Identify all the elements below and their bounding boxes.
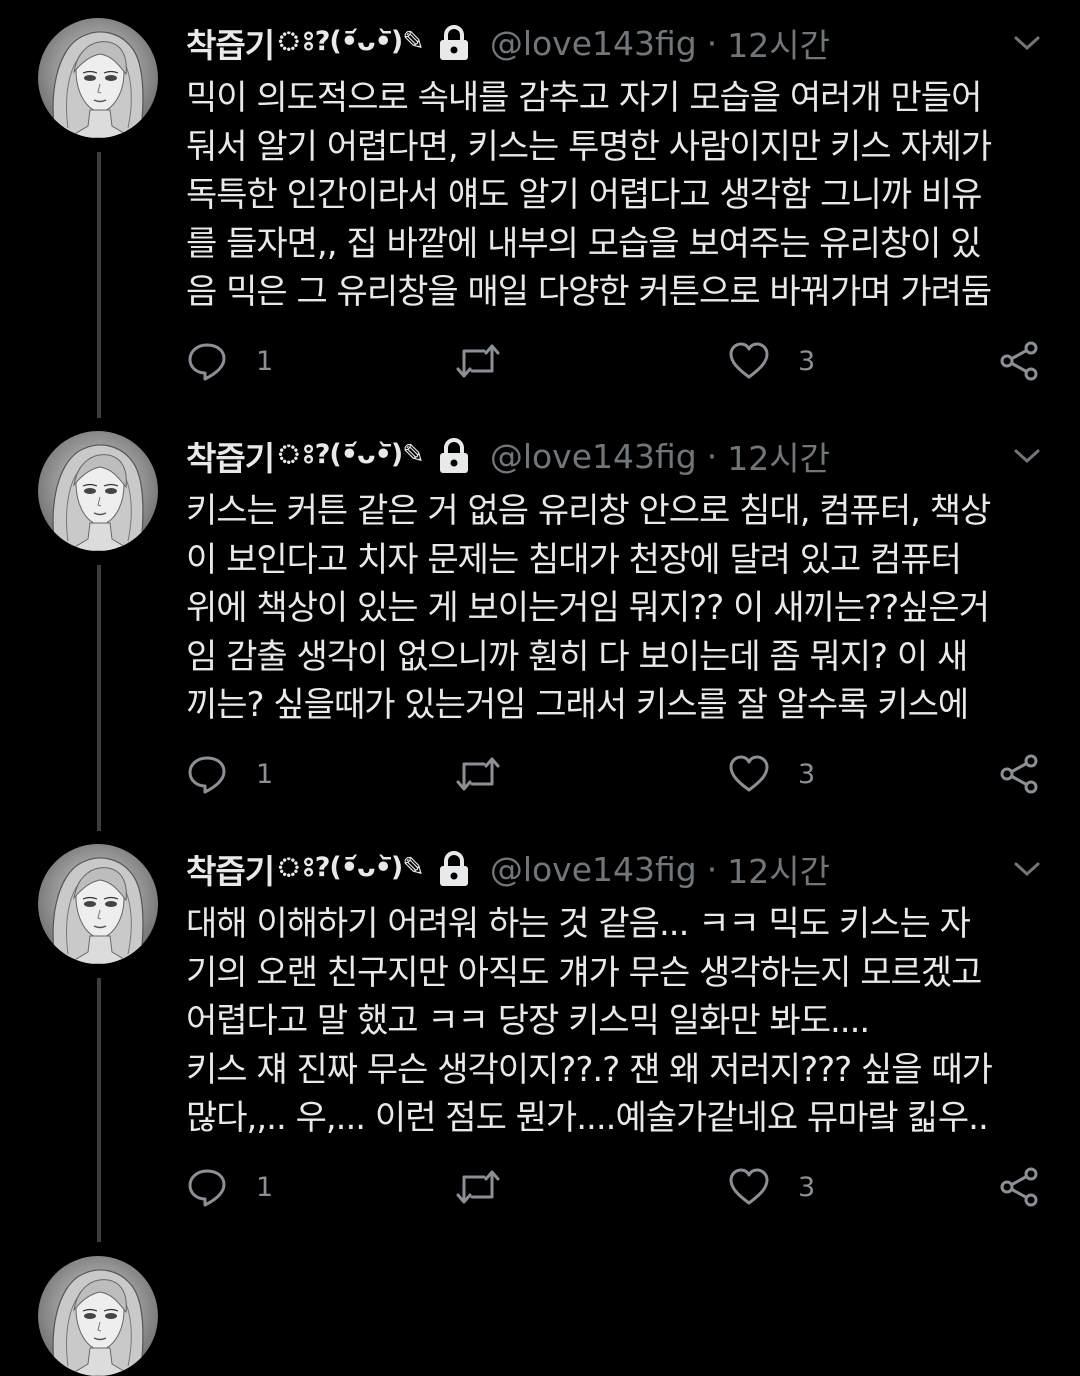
display-name[interactable]: 착즙기 <box>186 845 275 893</box>
chevron-down-icon[interactable] <box>1012 28 1042 58</box>
lock-icon <box>434 436 474 476</box>
reply-count: 1 <box>256 758 274 790</box>
like-button[interactable]: 3 <box>728 336 815 386</box>
separator: · <box>706 849 718 889</box>
tweet-header: 착즙기 ঃ?(•᷄ᴗ•᷅)✎ @love143fig · 12시간 <box>186 431 830 481</box>
share-icon <box>998 753 1040 795</box>
avatar[interactable] <box>38 844 158 964</box>
reply-button[interactable]: 1 <box>186 336 273 386</box>
tweet-text-line: 이 보인다고 치자 문제는 침대가 천장에 달려 있고 컴퓨터 <box>186 539 962 580</box>
reply-count: 1 <box>256 1171 274 1203</box>
display-name[interactable]: 착즙기 <box>186 432 275 480</box>
tweet-thread: 착즙기 ঃ?(•᷄ᴗ•᷅)✎ @love143fig · 12시간 믹이 의도적… <box>0 0 1080 1264</box>
reply-button[interactable]: 1 <box>186 749 273 799</box>
separator: · <box>706 23 718 63</box>
tweet-header: 착즙기 ঃ?(•᷄ᴗ•᷅)✎ @love143fig · 12시간 <box>186 18 830 68</box>
timestamp[interactable]: 12시간 <box>727 432 830 480</box>
tweet-text-line: 대해 이해하기 어려워 하는 것 같음... ㅋㅋ 믹도 키스는 자 <box>186 904 971 944</box>
tweet-text-line: 끼는? 싶을때가 있는거임 그래서 키스를 잘 알수록 키스에 <box>186 685 969 725</box>
avatar[interactable] <box>38 18 158 138</box>
tweet-text-line: 기의 오랜 친구지만 아직도 걔가 무슨 생각하는지 모르겠고 <box>186 952 982 993</box>
display-name-emoji: ঃ?(•᷄ᴗ•᷅)✎ <box>276 851 425 883</box>
chevron-down-icon[interactable] <box>1012 441 1042 471</box>
tweet-text-line: 임 감출 생각이 없으니까 훤히 다 보이는데 좀 뭐지? 이 새 <box>186 636 968 677</box>
tweet-text: 대해 이해하기 어려워 하는 것 같음... ㅋㅋ 믹도 키스는 자 기의 오랜… <box>186 900 1066 1143</box>
separator: · <box>706 436 718 476</box>
share-icon <box>998 340 1040 382</box>
tweet-text-line: 키스는 커튼 같은 거 없음 유리창 안으로 침대, 컴퓨터, 책상 <box>186 491 991 531</box>
tweet-text-line: 위에 책상이 있는 게 보이는거임 뭐지?? 이 새끼는??싶은거 <box>186 588 990 628</box>
avatar[interactable] <box>38 1256 158 1376</box>
handle[interactable]: @love143fig <box>490 437 697 476</box>
share-button[interactable] <box>998 749 1040 799</box>
retweet-icon <box>454 1166 502 1208</box>
like-button[interactable]: 3 <box>728 1162 815 1212</box>
like-count: 3 <box>798 758 816 790</box>
heart-icon <box>728 753 770 795</box>
avatar-column <box>38 18 160 138</box>
retweet-button[interactable] <box>454 749 502 799</box>
tweet-text-line: 독특한 인간이라서 얘도 알기 어렵다고 생각함 그니까 비유 <box>186 175 982 215</box>
tweet-text-line: 믹이 의도적으로 속내를 감추고 자기 모습을 여러개 만들어 <box>186 78 982 118</box>
retweet-button[interactable] <box>454 1162 502 1212</box>
tweet-actions: 1 3 <box>186 1162 1046 1212</box>
display-name-emoji: ঃ?(•᷄ᴗ•᷅)✎ <box>276 438 425 470</box>
tweet-header: 착즙기 ঃ?(•᷄ᴗ•᷅)✎ @love143fig · 12시간 <box>186 844 830 894</box>
tweet-text: 믹이 의도적으로 속내를 감추고 자기 모습을 여러개 만들어 둬서 알기 어렵… <box>186 74 1066 317</box>
chevron-down-icon[interactable] <box>1012 854 1042 884</box>
avatar-column <box>38 431 160 551</box>
tweet-text-line: 어렵다고 말 했고 ㅋㅋ 당장 키스믹 일화만 봐도.... <box>186 1001 870 1041</box>
tweet-text-line: 둬서 알기 어렵다면, 키스는 투명한 사람이지만 키스 자체가 <box>186 126 992 167</box>
timestamp[interactable]: 12시간 <box>727 845 830 893</box>
reply-icon <box>186 1166 228 1208</box>
share-button[interactable] <box>998 1162 1040 1212</box>
tweet-text-line: 많다,,.. 우,... 이런 점도 뭔가....예술가같네요 뮤마랔 킯우.. <box>186 1098 989 1138</box>
retweet-button[interactable] <box>454 336 502 386</box>
like-count: 3 <box>798 1171 816 1203</box>
avatar-column <box>38 844 160 964</box>
reply-icon <box>186 340 228 382</box>
tweet-actions: 1 3 <box>186 749 1046 799</box>
retweet-icon <box>454 340 502 382</box>
tweet-text: 키스는 커튼 같은 거 없음 유리창 안으로 침대, 컴퓨터, 책상 이 보인다… <box>186 487 1066 730</box>
reply-icon <box>186 753 228 795</box>
heart-icon <box>728 340 770 382</box>
thread-connector <box>97 565 101 831</box>
avatar[interactable] <box>38 431 158 551</box>
share-button[interactable] <box>998 336 1040 386</box>
lock-icon <box>434 23 474 63</box>
tweet-actions: 1 3 <box>186 336 1046 386</box>
tweet-text-line: 음 믹은 그 유리창을 매일 다양한 커튼으로 바꿔가며 가려둠 <box>186 272 992 312</box>
tweet-text-line: 키스 쟤 진짜 무슨 생각이지??.? 쟨 왜 저러지??? 싶을 때가 <box>186 1049 993 1090</box>
display-name-emoji: ঃ?(•᷄ᴗ•᷅)✎ <box>276 25 425 57</box>
heart-icon <box>728 1166 770 1208</box>
timestamp[interactable]: 12시간 <box>727 19 830 67</box>
reply-count: 1 <box>256 345 274 377</box>
handle[interactable]: @love143fig <box>490 24 697 63</box>
thread-connector <box>97 978 101 1242</box>
reply-button[interactable]: 1 <box>186 1162 273 1212</box>
like-button[interactable]: 3 <box>728 749 815 799</box>
retweet-icon <box>454 753 502 795</box>
thread-connector <box>97 152 101 418</box>
like-count: 3 <box>798 345 816 377</box>
display-name[interactable]: 착즙기 <box>186 19 275 67</box>
lock-icon <box>434 849 474 889</box>
tweet-text-line: 를 들자면,, 집 바깥에 내부의 모습을 보여주는 유리창이 있 <box>186 223 982 264</box>
share-icon <box>998 1166 1040 1208</box>
handle[interactable]: @love143fig <box>490 850 697 889</box>
